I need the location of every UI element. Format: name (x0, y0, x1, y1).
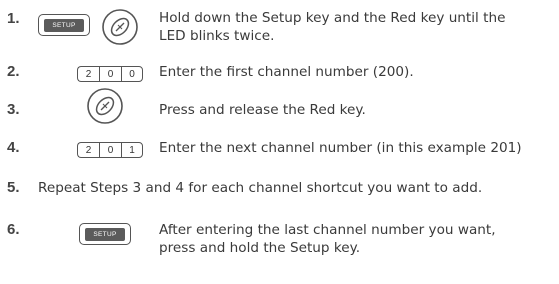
setup-key-label: SETUP (44, 18, 84, 32)
step-6-text-line2: press and hold the Setup key. (159, 240, 361, 256)
setup-key-label: SETUP (85, 227, 125, 241)
step-3-number: 3. (7, 101, 20, 118)
digit-key: 0 (99, 66, 121, 82)
step-4-number: 4. (7, 139, 20, 156)
step-1-text-line1: Hold down the Setup key and the Red key … (159, 10, 506, 26)
step-6-text-line1: After entering the last channel number y… (159, 222, 496, 238)
setup-key-icon: SETUP (38, 14, 90, 36)
red-key-icon (87, 88, 123, 124)
step-6-number: 6. (7, 221, 20, 238)
step-4-text: Enter the next channel number (in this e… (159, 140, 522, 156)
digit-key: 0 (121, 66, 143, 82)
red-key-icon (102, 9, 138, 45)
setup-key-icon: SETUP (79, 223, 131, 245)
digit-key: 2 (77, 142, 99, 158)
digit-key: 1 (121, 142, 143, 158)
step-2-text: Enter the first channel number (200). (159, 64, 414, 80)
step-2-number: 2. (7, 63, 20, 80)
step-3-text: Press and release the Red key. (159, 102, 366, 118)
step-1-number: 1. (7, 10, 20, 27)
digit-keys-200: 2 0 0 (77, 66, 143, 82)
digit-key: 0 (99, 142, 121, 158)
digit-key: 2 (77, 66, 99, 82)
step-1-text-line2: LED blinks twice. (159, 28, 275, 44)
step-5-number: 5. (7, 179, 20, 196)
digit-keys-201: 2 0 1 (77, 142, 143, 158)
step-5-text: Repeat Steps 3 and 4 for each channel sh… (38, 180, 483, 196)
